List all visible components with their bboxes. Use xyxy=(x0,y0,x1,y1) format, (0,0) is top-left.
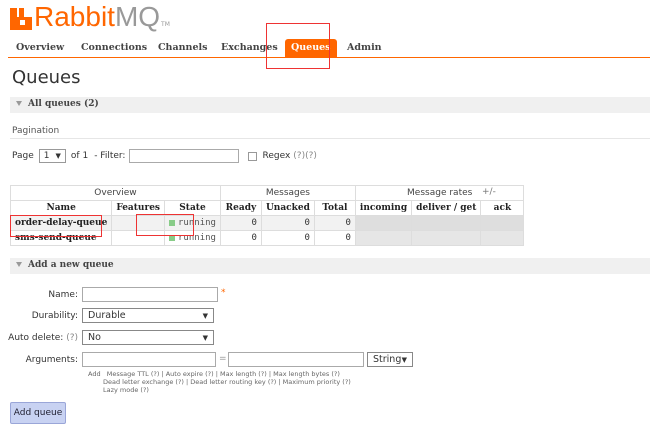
dropdown-caret-icon: ▼ xyxy=(202,311,208,320)
rabbitmq-logo: Rabbit MQ TM xyxy=(10,0,170,32)
help-links-line-2[interactable]: Dead letter exchange (?) | Dead letter r… xyxy=(88,378,388,386)
collapse-triangle-icon xyxy=(16,262,22,267)
tab-channels[interactable]: Channels xyxy=(158,42,207,53)
queue-unacked: 0 xyxy=(260,215,315,231)
col-header-name[interactable]: Name xyxy=(9,200,113,216)
auto-delete-label: Auto delete: xyxy=(8,333,64,343)
queue-ready: 0 xyxy=(219,215,262,231)
col-header-total[interactable]: Total xyxy=(313,200,356,216)
argument-type-value: String xyxy=(373,354,402,365)
group-header-messages: Messages xyxy=(219,185,356,201)
durability-label: Durability: xyxy=(31,311,78,321)
auto-delete-select-value: No xyxy=(88,332,101,343)
argument-key-input[interactable] xyxy=(82,352,216,367)
pagination-label: Pagination xyxy=(12,126,60,136)
help-add-label: Add xyxy=(88,370,101,378)
dropdown-caret-icon: ▼ xyxy=(401,355,407,364)
filter-label: - Filter: xyxy=(94,151,126,161)
page-label: Page xyxy=(12,151,34,161)
logo-trademark: TM xyxy=(161,21,170,28)
col-header-incoming[interactable]: incoming xyxy=(354,200,413,216)
help-links-line-1[interactable]: Message TTL (?) | Auto expire (?) | Max … xyxy=(107,370,340,378)
add-queue-section-label: Add a new queue xyxy=(28,260,114,270)
group-header-message-rates: Message rates xyxy=(354,185,525,201)
col-header-ack[interactable]: ack xyxy=(480,200,525,216)
tab-connections[interactable]: Connections xyxy=(81,42,147,53)
divider xyxy=(10,138,650,139)
dropdown-caret-icon: ▼ xyxy=(55,152,61,160)
queue-ready: 0 xyxy=(219,230,262,246)
queue-rate-deliver xyxy=(411,230,482,246)
regex-label: Regex xyxy=(262,151,291,161)
all-queues-label: All queues (2) xyxy=(28,99,99,109)
regex-checkbox[interactable] xyxy=(248,151,258,161)
help-links-line-3[interactable]: Lazy mode (?) xyxy=(88,386,388,394)
page-select-value: 1 xyxy=(43,151,50,161)
col-header-ready[interactable]: Ready xyxy=(219,200,262,216)
tab-overview[interactable]: Overview xyxy=(16,42,64,53)
add-queue-button[interactable]: Add queue xyxy=(10,402,66,424)
logo-text-mq: MQ xyxy=(114,1,161,32)
add-queue-section-header[interactable]: Add a new queue xyxy=(10,258,650,274)
regex-help-links[interactable]: (?)(?) xyxy=(293,151,317,161)
equals-sign: = xyxy=(219,354,227,364)
page-count-label: of 1 xyxy=(70,151,89,161)
collapse-triangle-icon xyxy=(16,101,22,106)
queue-name-input[interactable] xyxy=(82,287,218,302)
durability-select-value: Durable xyxy=(88,310,126,321)
queue-rate-ack xyxy=(480,230,525,246)
col-header-unacked[interactable]: Unacked xyxy=(260,200,315,216)
queue-total: 0 xyxy=(313,215,356,231)
queue-rate-deliver xyxy=(411,215,482,231)
rabbitmq-logo-icon xyxy=(10,8,32,30)
durability-select[interactable]: Durable ▼ xyxy=(82,308,214,323)
columns-toggle-link[interactable]: +/- xyxy=(482,187,496,197)
tab-admin[interactable]: Admin xyxy=(347,42,382,53)
required-mark: * xyxy=(221,288,226,298)
col-header-deliver-get[interactable]: deliver / get xyxy=(411,200,482,216)
argument-value-input[interactable] xyxy=(228,352,364,367)
queue-rate-ack xyxy=(480,215,525,231)
auto-delete-help-link[interactable]: (?) xyxy=(66,333,78,343)
highlight-box-queue-name xyxy=(10,215,102,237)
pagination-row: Page 1 ▼ of 1 - Filter: Regex (?)(?) xyxy=(12,148,317,164)
all-queues-section-header[interactable]: All queues (2) xyxy=(10,97,650,113)
queue-rate-incoming xyxy=(354,230,413,246)
argument-type-select[interactable]: String ▼ xyxy=(367,352,413,367)
highlight-box-queue-state xyxy=(136,214,194,236)
queue-unacked: 0 xyxy=(260,230,315,246)
page-title: Queues xyxy=(12,67,81,88)
name-label: Name: xyxy=(48,290,78,300)
page-select[interactable]: 1 ▼ xyxy=(38,149,66,163)
arguments-label: Arguments: xyxy=(25,355,78,365)
filter-input[interactable] xyxy=(129,149,240,163)
dropdown-caret-icon: ▼ xyxy=(202,333,208,342)
argument-help-links: Add Message TTL (?) | Auto expire (?) | … xyxy=(88,370,388,394)
queue-rate-incoming xyxy=(354,215,413,231)
highlight-box-queues-tab xyxy=(266,23,330,69)
logo-text-rabbit: Rabbit xyxy=(34,1,115,32)
auto-delete-label-row: Auto delete: (?) xyxy=(0,333,78,343)
queue-total: 0 xyxy=(313,230,356,246)
auto-delete-select[interactable]: No ▼ xyxy=(82,330,214,345)
group-header-overview: Overview xyxy=(10,185,221,201)
